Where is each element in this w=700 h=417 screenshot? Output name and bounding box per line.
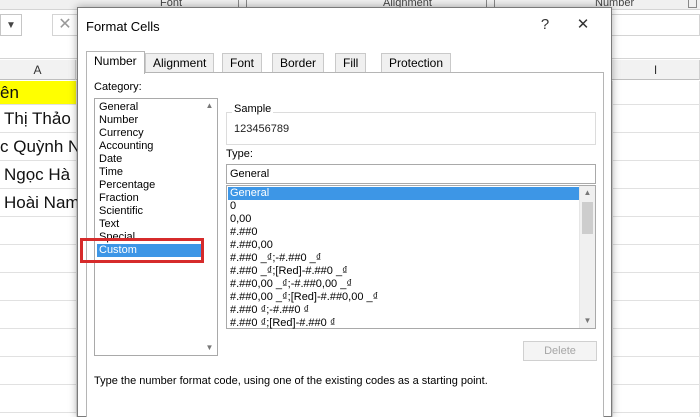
column-header-a[interactable]: A: [0, 60, 76, 80]
format-item[interactable]: #.##0 ₫;-#.##0 ₫: [228, 304, 580, 317]
column-header-i[interactable]: I: [612, 60, 700, 80]
dialog-titlebar[interactable]: Format Cells ? ✕: [78, 8, 611, 44]
category-item[interactable]: General: [97, 101, 201, 114]
format-item[interactable]: 0: [228, 200, 580, 213]
dialog-title: Format Cells: [86, 19, 160, 34]
help-button[interactable]: ?: [534, 14, 556, 36]
scroll-up-icon[interactable]: ▲: [580, 186, 595, 200]
tab-strip: Number Alignment Font Border Fill Protec…: [86, 51, 606, 74]
format-item[interactable]: #.##0,00 _₫;[Red]-#.##0,00 _₫: [228, 291, 580, 304]
category-item[interactable]: Accounting: [97, 140, 201, 153]
category-item[interactable]: Number: [97, 114, 201, 127]
delete-button[interactable]: Delete: [523, 341, 597, 361]
cell-a1: ên: [0, 83, 19, 102]
format-item-selected[interactable]: General: [228, 187, 580, 200]
scroll-down-icon[interactable]: ▼: [580, 314, 595, 328]
category-item[interactable]: Currency: [97, 127, 201, 140]
type-label: Type:: [226, 148, 253, 160]
category-label: Category:: [94, 81, 142, 93]
category-item[interactable]: Scientific: [97, 205, 201, 218]
tab-alignment[interactable]: Alignment: [145, 53, 215, 73]
chevron-down-icon: ▼: [6, 20, 16, 31]
scroll-up-icon[interactable]: ▲: [202, 99, 217, 113]
category-item[interactable]: Date: [97, 153, 201, 166]
tab-font[interactable]: Font: [222, 53, 263, 73]
format-item[interactable]: 0,00: [228, 213, 580, 226]
tab-number[interactable]: Number: [86, 51, 145, 74]
cell-a3: c Quỳnh N: [0, 137, 81, 156]
number-dialog-launcher[interactable]: [688, 0, 697, 8]
scroll-down-icon[interactable]: ▼: [202, 341, 217, 355]
category-scrollbar[interactable]: ▲ ▼: [202, 99, 217, 355]
sample-value: 123456789: [234, 123, 290, 135]
name-box-dropdown[interactable]: ▼: [0, 14, 22, 36]
tab-border[interactable]: Border: [272, 53, 325, 73]
format-item[interactable]: #.##0,00: [228, 239, 580, 252]
cell-a2: Thị Thảo: [4, 109, 71, 128]
format-item[interactable]: #.##0 ₫;[Red]-#.##0 ₫: [228, 317, 580, 329]
category-item[interactable]: Text: [97, 218, 201, 231]
instruction-text: Type the number format code, using one o…: [94, 375, 488, 387]
sample-box: 123456789: [226, 112, 596, 145]
format-item[interactable]: #.##0 _₫;-#.##0 _₫: [228, 252, 580, 265]
category-item[interactable]: Percentage: [97, 179, 201, 192]
cell-a5: Hoài Nam: [4, 193, 80, 212]
format-item[interactable]: #.##0,00 _₫;-#.##0,00 _₫: [228, 278, 580, 291]
type-input[interactable]: General: [226, 164, 596, 184]
tab-protection[interactable]: Protection: [381, 53, 452, 73]
format-code-list[interactable]: General 0 0,00 #.##0 #.##0,00 #.##0 _₫;-…: [226, 185, 596, 329]
category-item[interactable]: Time: [97, 166, 201, 179]
format-cells-dialog: Format Cells ? ✕ Number Alignment Font B…: [77, 7, 612, 417]
formula-input[interactable]: [605, 14, 700, 36]
format-item[interactable]: #.##0: [228, 226, 580, 239]
category-item[interactable]: Fraction: [97, 192, 201, 205]
tab-fill[interactable]: Fill: [335, 53, 367, 73]
category-list[interactable]: General Number Currency Accounting Date …: [94, 98, 218, 356]
format-list-scrollbar[interactable]: ▲ ▼: [579, 186, 595, 328]
close-button[interactable]: ✕: [572, 14, 594, 36]
format-item[interactable]: #.##0 _₫;[Red]-#.##0 _₫: [228, 265, 580, 278]
scroll-thumb[interactable]: [582, 202, 593, 234]
custom-highlight-box: [80, 238, 204, 263]
formula-cancel-button[interactable]: ✕: [52, 14, 78, 36]
cell-a4: Ngọc Hà: [4, 165, 71, 184]
sample-label: Sample: [232, 103, 274, 115]
